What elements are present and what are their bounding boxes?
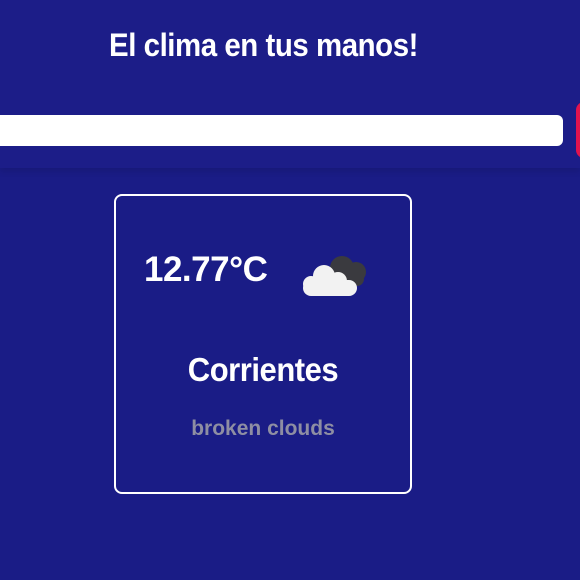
city-name: Corrientes [187,351,339,388]
app-page: El clima en tus manos! 12.77°C Corriente… [0,0,580,580]
page-title: El clima en tus manos! [109,27,418,63]
broken-clouds-icon [303,256,366,296]
search-button[interactable] [576,102,580,158]
search-input[interactable] [0,115,563,146]
temperature: 12.77°C [144,250,268,289]
weather-card: 12.77°C Corrientes broken clouds [114,194,412,494]
weather-description: broken clouds [191,417,335,440]
header: El clima en tus manos! [0,0,580,168]
